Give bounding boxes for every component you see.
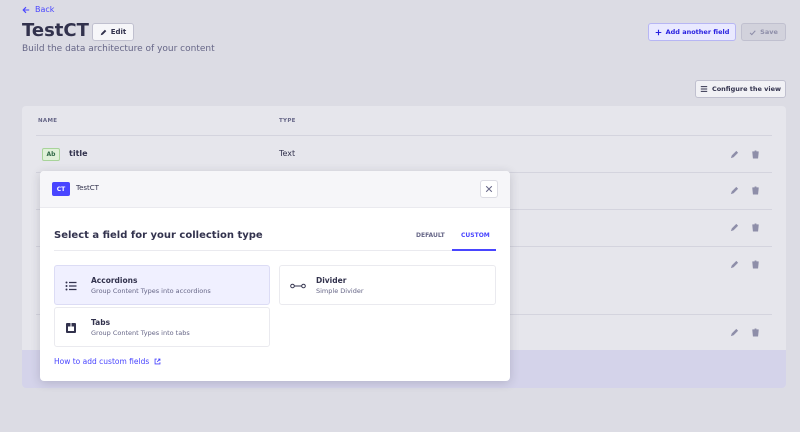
add-another-field-label: Add another field: [665, 28, 730, 36]
back-link-label: Back: [35, 5, 55, 14]
list-icon: [65, 281, 77, 291]
trash-icon[interactable]: [751, 223, 760, 232]
tab-default[interactable]: DEFAULT: [416, 232, 445, 239]
modal-header: CT TestCT: [40, 171, 510, 208]
pencil-icon[interactable]: [730, 260, 739, 269]
field-type: Text: [279, 149, 296, 158]
tab-custom[interactable]: CUSTOM: [461, 232, 490, 239]
check-icon: [749, 29, 756, 35]
field-option-divider[interactable]: Divider Simple Divider: [279, 265, 496, 305]
back-link[interactable]: Back: [22, 5, 54, 14]
field-option-description: Group Content Types into accordions: [91, 287, 211, 295]
modal-title: TestCT: [76, 184, 99, 192]
column-header-type: TYPE: [279, 118, 296, 124]
tabs-icon: [66, 323, 76, 333]
field-name: title: [69, 149, 88, 158]
save-button-label: Save: [760, 28, 778, 36]
tab-active-indicator: [452, 249, 496, 251]
layout-icon: [700, 86, 708, 92]
column-header-name: NAME: [38, 118, 58, 124]
save-button[interactable]: Save: [741, 23, 786, 41]
page-title: TestCT: [22, 20, 89, 41]
plus-icon: [655, 29, 661, 35]
pencil-icon[interactable]: [730, 223, 739, 232]
trash-icon[interactable]: [751, 150, 760, 159]
field-option-description: Simple Divider: [316, 287, 364, 295]
field-picker-modal: CT TestCT Select a field for your collec…: [40, 171, 510, 381]
field-type-badge: Ab: [42, 148, 60, 161]
field-option-tabs[interactable]: Tabs Group Content Types into tabs: [54, 307, 270, 347]
tabs-divider: [54, 250, 496, 251]
field-option-title: Tabs: [91, 318, 111, 327]
field-option-title: Accordions: [91, 276, 138, 285]
modal-heading: Select a field for your collection type: [54, 230, 263, 241]
close-button[interactable]: [480, 180, 498, 198]
row-divider: [36, 135, 772, 136]
close-icon: [485, 185, 493, 193]
arrow-left-icon: [22, 6, 30, 13]
trash-icon[interactable]: [751, 260, 760, 269]
configure-view-label: Configure the view: [711, 85, 782, 93]
pencil-icon[interactable]: [730, 328, 739, 337]
divider-icon: [290, 283, 306, 289]
add-another-field-button[interactable]: Add another field: [648, 23, 736, 41]
field-option-title: Divider: [316, 276, 347, 285]
page-subtitle: Build the data architecture of your cont…: [22, 44, 215, 54]
pencil-icon[interactable]: [730, 150, 739, 159]
edit-button[interactable]: Edit: [92, 23, 134, 41]
content-type-badge: CT: [52, 182, 70, 196]
trash-icon[interactable]: [751, 328, 760, 337]
field-option-description: Group Content Types into tabs: [91, 329, 190, 337]
pencil-icon[interactable]: [730, 186, 739, 195]
configure-view-button[interactable]: Configure the view: [695, 80, 786, 98]
field-option-accordions[interactable]: Accordions Group Content Types into acco…: [54, 265, 270, 305]
external-link-icon: [154, 358, 161, 365]
edit-button-label: Edit: [110, 28, 127, 36]
custom-fields-help-link[interactable]: How to add custom fields: [54, 357, 161, 366]
trash-icon[interactable]: [751, 186, 760, 195]
help-link-label: How to add custom fields: [54, 357, 150, 366]
pencil-icon: [100, 29, 107, 35]
